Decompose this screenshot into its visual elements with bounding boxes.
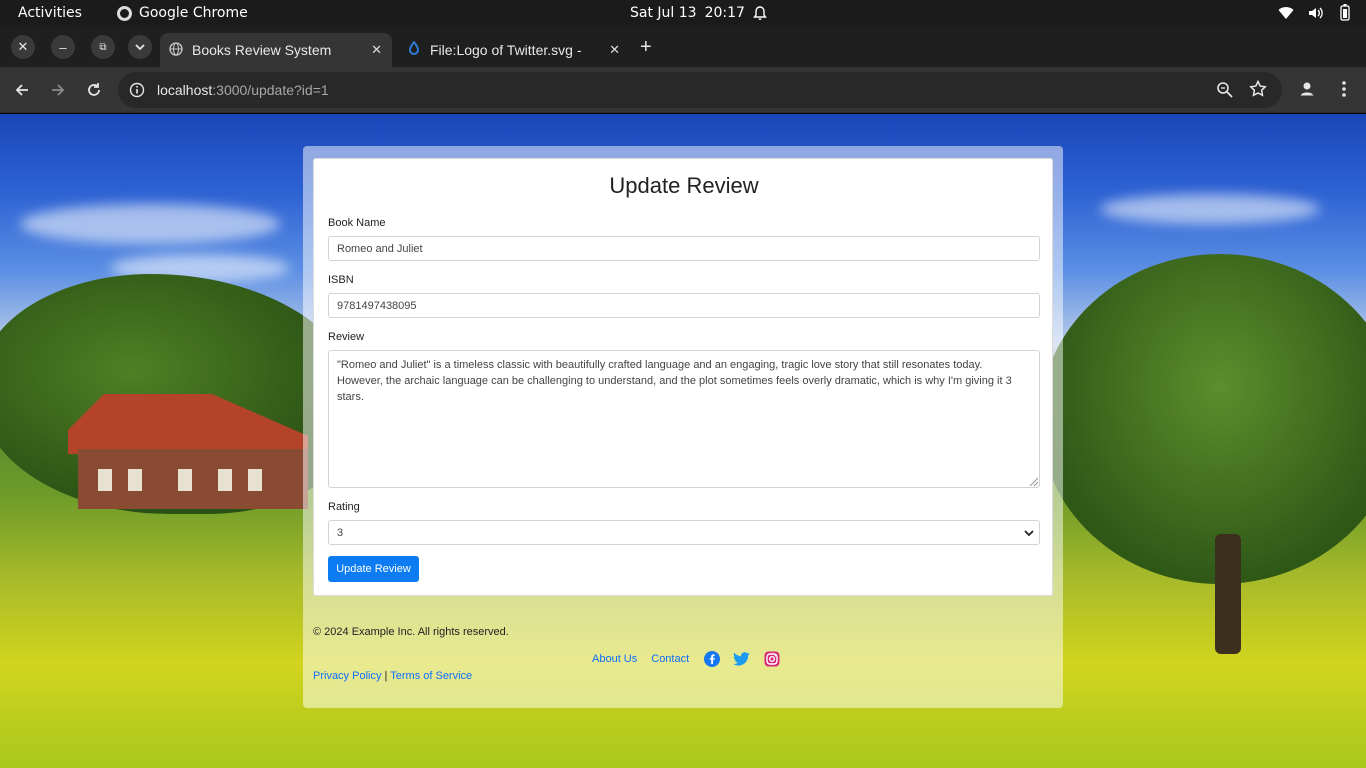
footer-nav: About Us Contact	[592, 650, 793, 667]
system-tray[interactable]	[1278, 4, 1352, 21]
rating-select[interactable]: 3	[328, 520, 1040, 545]
address-bar[interactable]: localhost:3000/update?id=1	[118, 72, 1282, 108]
rating-label: Rating	[328, 501, 360, 513]
arrow-left-icon	[15, 84, 28, 96]
kebab-menu-icon[interactable]	[1337, 79, 1351, 104]
background-tree-right	[1040, 254, 1366, 584]
page-viewport: Update Review Book Name Romeo and Juliet…	[0, 114, 1366, 768]
clock[interactable]: Sat Jul 13 20:17	[630, 5, 767, 21]
background-cloud	[20, 204, 280, 244]
new-tab-button[interactable]: +	[640, 37, 652, 57]
volume-icon	[1308, 6, 1324, 20]
book-name-input[interactable]: Romeo and Juliet	[328, 236, 1040, 261]
isbn-input[interactable]: 9781497438095	[328, 293, 1040, 318]
app-menu[interactable]: Google Chrome	[117, 5, 248, 21]
privacy-policy-link[interactable]: Privacy Policy	[313, 670, 381, 682]
bookmark-star-icon[interactable]	[1249, 79, 1267, 103]
facebook-icon[interactable]	[703, 650, 720, 667]
background-house	[68, 394, 308, 514]
footer-legal: Privacy Policy | Terms of Service	[313, 670, 472, 682]
footer-copyright: © 2024 Example Inc. All rights reserved.	[313, 626, 509, 638]
content-panel: Update Review Book Name Romeo and Juliet…	[303, 146, 1063, 708]
tab-title: File:Logo of Twitter.svg -	[430, 42, 582, 58]
contact-link[interactable]: Contact	[651, 653, 689, 665]
zoom-icon[interactable]	[1216, 81, 1234, 104]
close-tab-icon[interactable]: ✕	[609, 42, 620, 58]
tab-title: Books Review System	[192, 42, 332, 58]
resize-grip-icon[interactable]	[1030, 478, 1038, 486]
background-cloud	[1100, 194, 1320, 224]
terms-of-service-link[interactable]: Terms of Service	[390, 670, 472, 682]
site-info-icon[interactable]	[129, 82, 145, 103]
browser-toolbar: localhost:3000/update?id=1	[0, 67, 1366, 113]
isbn-label: ISBN	[328, 274, 354, 286]
activities-button[interactable]: Activities	[18, 5, 82, 21]
twitter-icon[interactable]	[733, 650, 750, 667]
restore-window-button[interactable]: ⧉	[91, 35, 115, 59]
review-label: Review	[328, 331, 365, 343]
arrow-right-icon	[52, 84, 65, 96]
battery-icon	[1338, 4, 1352, 21]
update-review-form: Update Review Book Name Romeo and Juliet…	[313, 158, 1053, 596]
back-button[interactable]	[11, 79, 33, 101]
page-title: Update Review	[609, 173, 759, 198]
profile-icon[interactable]	[1297, 79, 1317, 104]
background-tree-trunk	[1215, 534, 1241, 654]
chevron-down-icon	[1023, 527, 1035, 542]
reload-button[interactable]	[83, 79, 105, 101]
review-text: "Romeo and Juliet" is a timeless classic…	[337, 359, 1012, 403]
about-us-link[interactable]: About Us	[592, 653, 637, 665]
system-top-bar: Activities Google Chrome Sat Jul 13 20:1…	[0, 0, 1366, 27]
close-window-button[interactable]: ✕	[11, 35, 35, 59]
review-textarea[interactable]: "Romeo and Juliet" is a timeless classic…	[328, 350, 1040, 488]
update-review-button[interactable]: Update Review	[328, 556, 419, 582]
tab-twitter-logo[interactable]: File:Logo of Twitter.svg - ✕	[398, 33, 630, 67]
book-name-label: Book Name	[328, 217, 386, 229]
reload-icon	[88, 83, 100, 96]
wifi-icon	[1278, 6, 1294, 20]
clock-date: Sat Jul 13	[630, 5, 697, 21]
url-path: :3000/update?id=1	[212, 82, 329, 98]
browser-tab-strip: ✕ – ⧉ Books Review System ✕ File:Logo of…	[0, 27, 1366, 67]
minimize-window-button[interactable]: –	[51, 35, 75, 59]
close-tab-icon[interactable]: ✕	[371, 42, 382, 58]
wikimedia-commons-icon	[407, 40, 421, 59]
forward-button[interactable]	[47, 79, 69, 101]
globe-icon	[169, 41, 183, 59]
clock-time: 20:17	[704, 5, 745, 21]
tab-search-button[interactable]	[128, 35, 152, 59]
chrome-app-icon	[117, 5, 132, 21]
alarm-bell-icon	[753, 5, 767, 21]
chevron-down-icon	[135, 43, 145, 50]
tab-books-review[interactable]: Books Review System ✕	[160, 33, 392, 67]
url-text[interactable]: localhost:3000/update?id=1	[157, 82, 329, 98]
instagram-icon[interactable]	[763, 650, 780, 667]
rating-selected-value: 3	[337, 527, 344, 539]
url-host: localhost	[157, 82, 213, 98]
footer-separator: |	[384, 670, 388, 682]
app-name: Google Chrome	[139, 5, 248, 21]
